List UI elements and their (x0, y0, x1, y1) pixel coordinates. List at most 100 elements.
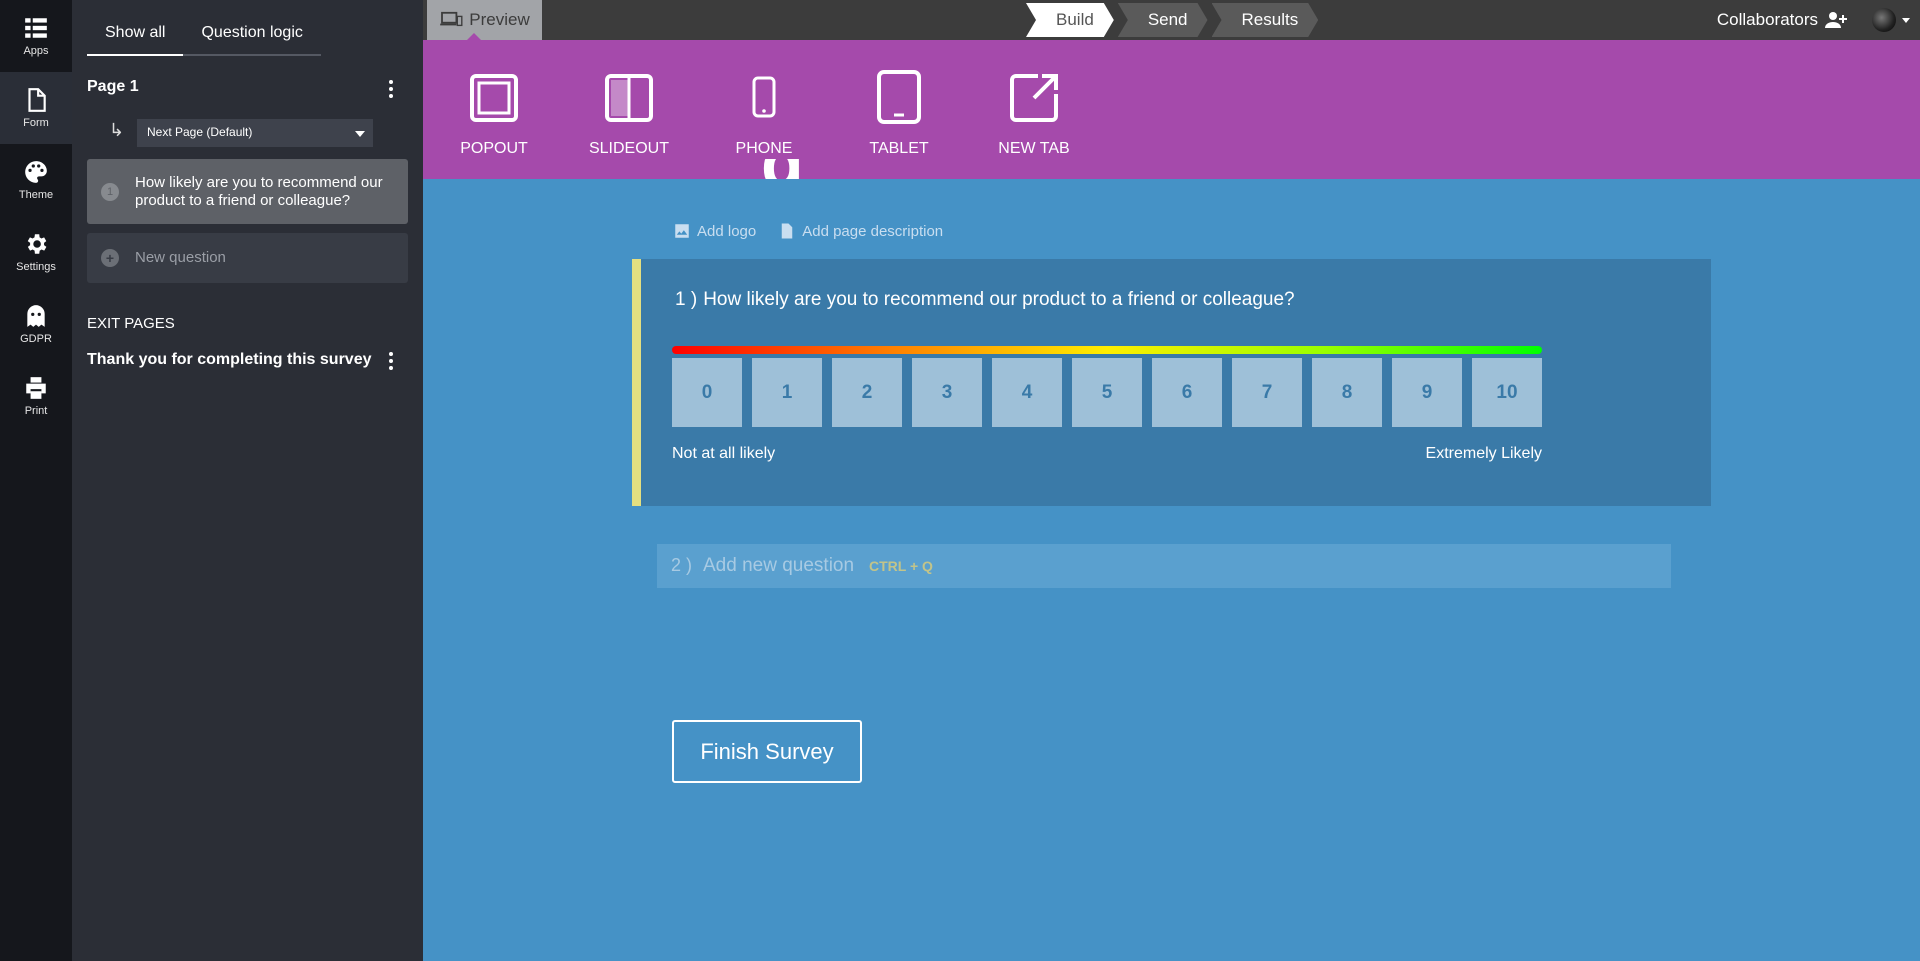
form-icon (28, 88, 46, 112)
phone-icon (752, 76, 776, 118)
user-avatar[interactable] (1872, 8, 1896, 32)
page-header-actions: Add logo Add page description (673, 222, 943, 240)
plus-icon: + (101, 249, 119, 267)
question-card-text: How likely are you to recommend our prod… (135, 174, 383, 209)
shortcut-hint: CTRL + Q (869, 558, 933, 574)
branch-arrow-icon: ↳ (109, 120, 125, 140)
print-icon (26, 377, 46, 399)
panel-tabs: Show all Question logic (87, 18, 321, 56)
page-logic-value: Next Page (Default) (147, 125, 253, 139)
nps-option[interactable]: 4 (992, 358, 1062, 427)
add-user-icon (1825, 12, 1847, 28)
tablet-icon (877, 70, 921, 124)
new-question-label: New question (135, 249, 226, 266)
nps-option[interactable]: 2 (832, 358, 902, 427)
preview-mode-popout[interactable]: POPOUT (439, 70, 549, 158)
gear-icon (27, 234, 47, 254)
caret-down-icon (355, 131, 365, 137)
nps-option[interactable]: 5 (1072, 358, 1142, 427)
rail-label: Form (23, 117, 49, 129)
survey-title-text: g (761, 159, 805, 179)
rail-item-settings[interactable]: Settings (0, 216, 72, 288)
preview-mode-label: TABLET (869, 140, 929, 157)
question-card[interactable]: 1 How likely are you to recommend our pr… (87, 159, 408, 224)
preview-mode-tablet[interactable]: TABLET (844, 70, 954, 158)
exit-page-menu-kebab-icon[interactable] (381, 349, 401, 373)
caret-down-icon[interactable] (1902, 18, 1910, 23)
preview-mode-label: POPOUT (460, 140, 528, 157)
step-send[interactable]: Send (1118, 3, 1208, 37)
page-menu-kebab-icon[interactable] (381, 77, 401, 101)
question-title[interactable]: 1 ) How likely are you to recommend our p… (675, 289, 1295, 311)
slideout-icon (605, 74, 653, 122)
preview-button[interactable]: Preview (427, 0, 542, 40)
question-text: How likely are you to recommend our prod… (703, 289, 1295, 310)
tab-question-logic[interactable]: Question logic (183, 18, 321, 56)
image-icon (675, 224, 689, 238)
add-logo-label: Add logo (697, 222, 757, 240)
new-question-button[interactable]: + New question (87, 233, 408, 283)
top-bar: Preview Build Send Results Collaborators (423, 0, 1920, 40)
finish-survey-button[interactable]: Finish Survey (672, 720, 862, 783)
nps-scale: 0 1 2 3 4 5 6 7 8 9 10 (672, 358, 1542, 427)
nps-option[interactable]: 3 (912, 358, 982, 427)
rail-item-apps[interactable]: Apps (0, 0, 72, 72)
rail-item-theme[interactable]: Theme (0, 144, 72, 216)
devices-icon (440, 11, 463, 27)
rail-label: Print (24, 405, 48, 417)
workflow-steps: Build Send Results (1026, 3, 1322, 37)
selected-accent-bar (632, 259, 641, 506)
document-icon (781, 223, 793, 239)
question-number: 1 ) (675, 289, 698, 310)
question-number-badge: 1 (101, 183, 119, 201)
tab-show-all[interactable]: Show all (87, 18, 184, 56)
nps-question-block[interactable]: 1 ) How likely are you to recommend our p… (632, 259, 1711, 506)
step-build[interactable]: Build (1026, 3, 1114, 37)
preview-mode-bar: POPOUT SLIDEOUT PHONE TABLET NEW TAB (423, 40, 1920, 179)
nps-gradient-bar (672, 346, 1542, 354)
preview-mode-label: SLIDEOUT (588, 140, 669, 157)
exit-pages-heading: EXIT PAGES (87, 315, 175, 332)
rail-label: Settings (16, 261, 56, 273)
popout-icon (470, 74, 518, 122)
new-question-number: 2 ) (671, 555, 693, 575)
icon-rail: Apps Form Theme Settings GDPR Print (0, 0, 72, 961)
rail-item-print[interactable]: Print (0, 360, 72, 432)
form-outline-panel: Show all Question logic Page 1 ↳ Next Pa… (72, 0, 423, 961)
nps-option[interactable]: 9 (1392, 358, 1462, 427)
nps-option[interactable]: 7 (1232, 358, 1302, 427)
preview-mode-slideout[interactable]: SLIDEOUT (574, 70, 684, 158)
page-logic-select[interactable]: Next Page (Default) (137, 119, 373, 147)
ghost-icon (27, 305, 45, 327)
preview-mode-phone[interactable]: PHONE (709, 70, 819, 158)
rail-item-gdpr[interactable]: GDPR (0, 288, 72, 360)
add-new-question-input[interactable]: 2 ) Add new question CTRL + Q (657, 544, 1671, 588)
step-results[interactable]: Results (1212, 3, 1319, 37)
preview-mode-label: PHONE (735, 140, 793, 157)
nps-high-label: Extremely Likely (1425, 445, 1542, 462)
nps-option[interactable]: 10 (1472, 358, 1542, 427)
rail-label: Theme (18, 189, 54, 201)
nps-low-label: Not at all likely (672, 445, 776, 462)
add-page-description-button[interactable]: Add page description (778, 222, 943, 240)
add-logo-button[interactable]: Add logo (673, 222, 756, 240)
apps-icon (25, 18, 47, 38)
rail-label: Apps (23, 45, 49, 57)
preview-mode-new-tab[interactable]: NEW TAB (979, 70, 1089, 158)
rail-label: GDPR (20, 333, 52, 345)
add-page-description-label: Add page description (802, 222, 944, 240)
nps-option[interactable]: 1 (752, 358, 822, 427)
add-new-question-placeholder: Add new question (703, 555, 855, 576)
nps-option[interactable]: 8 (1312, 358, 1382, 427)
collaborators-label: Collaborators (1716, 10, 1818, 29)
collaborators-button[interactable]: Collaborators (1717, 10, 1848, 30)
preview-label: Preview (469, 10, 530, 29)
exit-page-item[interactable]: Thank you for completing this survey (87, 351, 372, 369)
new-tab-icon (1010, 74, 1058, 122)
preview-mode-label: NEW TAB (998, 140, 1070, 157)
rail-item-form[interactable]: Form (0, 72, 72, 144)
nps-option[interactable]: 0 (672, 358, 742, 427)
nps-option[interactable]: 6 (1152, 358, 1222, 427)
survey-canvas: g Add logo Add page description 1 )How l… (423, 159, 1920, 961)
survey-title-fragment[interactable]: g (761, 159, 805, 179)
